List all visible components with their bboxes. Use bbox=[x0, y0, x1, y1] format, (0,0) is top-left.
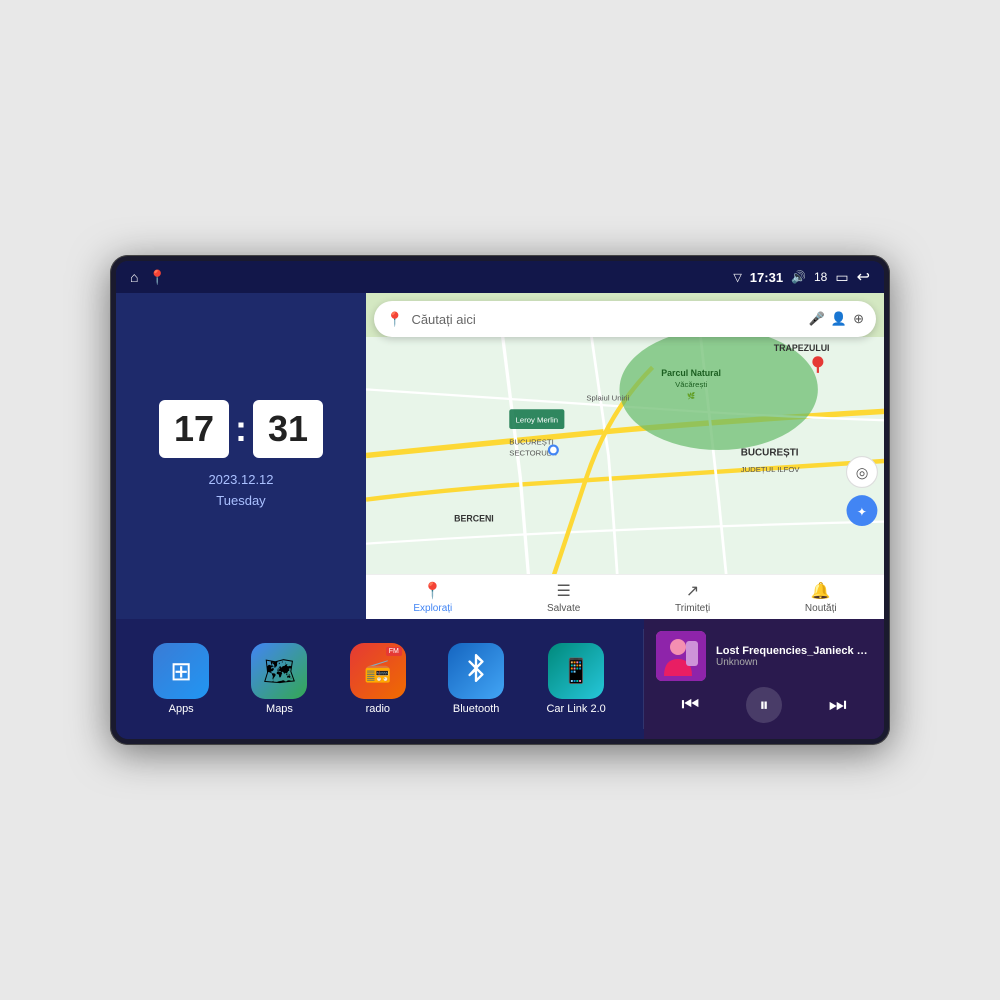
svg-text:BUCUREȘTI: BUCUREȘTI bbox=[509, 437, 554, 446]
battery-level: 18 bbox=[814, 270, 827, 284]
send-label: Trimiteți bbox=[675, 603, 710, 614]
back-icon[interactable]: ↩ bbox=[857, 267, 870, 287]
bottom-section: ⊞ Apps 🗺 Maps 📻 FM bbox=[116, 619, 884, 739]
send-icon: ↗ bbox=[686, 581, 699, 601]
svg-text:◎: ◎ bbox=[856, 466, 869, 482]
layers-icon[interactable]: ⊕ bbox=[853, 311, 864, 327]
clock-hour: 17 bbox=[159, 400, 229, 458]
news-label: Noutăți bbox=[805, 603, 837, 614]
music-player: Lost Frequencies_Janieck Devy-... Unknow… bbox=[644, 619, 884, 739]
svg-text:✦: ✦ bbox=[857, 505, 867, 519]
bluetooth-icon-bg bbox=[448, 643, 504, 699]
news-icon: 🔔 bbox=[811, 581, 831, 601]
map-nav-send[interactable]: ↗ Trimiteți bbox=[675, 581, 710, 614]
svg-text:Splaiul Unirii: Splaiul Unirii bbox=[586, 393, 629, 402]
music-thumbnail bbox=[656, 631, 706, 681]
app-icon-apps[interactable]: ⊞ Apps bbox=[153, 643, 209, 715]
map-search-text[interactable]: Căutați aici bbox=[411, 312, 800, 327]
top-section: 17 : 31 2023.12.12 Tuesday 📍 Căutați aic… bbox=[116, 293, 884, 619]
apps-icon: ⊞ bbox=[170, 656, 192, 687]
svg-text:Leroy Merlin: Leroy Merlin bbox=[516, 415, 558, 424]
clock-minute: 31 bbox=[253, 400, 323, 458]
prev-button[interactable]: ⏮ bbox=[677, 690, 703, 721]
app-icons-area: ⊞ Apps 🗺 Maps 📻 FM bbox=[116, 619, 643, 739]
status-time: 17:31 bbox=[750, 270, 783, 285]
map-nav-saved[interactable]: ☰ Salvate bbox=[547, 581, 580, 614]
svg-text:🌿: 🌿 bbox=[687, 392, 695, 400]
map-search-actions: 🎤 👤 ⊕ bbox=[809, 311, 864, 327]
mic-icon[interactable]: 🎤 bbox=[809, 311, 825, 327]
map-nav-explore[interactable]: 📍 Explorați bbox=[413, 581, 452, 614]
bluetooth-icon bbox=[462, 654, 490, 689]
map-svg: Parcul Natural Văcărești 🌿 TRAPEZULUI BU… bbox=[366, 337, 884, 574]
saved-icon: ☰ bbox=[556, 581, 570, 601]
bluetooth-label: Bluetooth bbox=[453, 703, 499, 715]
app-icon-radio[interactable]: 📻 FM radio bbox=[350, 643, 406, 715]
device-frame: ⌂ 📍 ▽ 17:31 🔊 18 ▭ ↩ 17 : bbox=[110, 255, 890, 745]
status-bar: ⌂ 📍 ▽ 17:31 🔊 18 ▭ ↩ bbox=[116, 261, 884, 293]
apps-label: Apps bbox=[169, 703, 194, 715]
music-artist: Unknown bbox=[716, 657, 872, 668]
account-icon[interactable]: 👤 bbox=[831, 311, 847, 327]
maps-shortcut-icon[interactable]: 📍 bbox=[148, 269, 165, 286]
music-info: Lost Frequencies_Janieck Devy-... Unknow… bbox=[656, 631, 872, 681]
radio-icon-bg: 📻 FM bbox=[350, 643, 406, 699]
svg-text:Parcul Natural: Parcul Natural bbox=[661, 368, 721, 378]
map-bottom-bar: 📍 Explorați ☰ Salvate ↗ Trimiteți 🔔 bbox=[366, 574, 884, 619]
volume-icon: 🔊 bbox=[791, 270, 806, 284]
signal-icon: ▽ bbox=[733, 271, 741, 284]
map-body[interactable]: Parcul Natural Văcărești 🌿 TRAPEZULUI BU… bbox=[366, 337, 884, 574]
carlink-icon-bg: 📱 bbox=[548, 643, 604, 699]
status-left: ⌂ 📍 bbox=[130, 269, 166, 286]
map-search-bar[interactable]: 📍 Căutați aici 🎤 👤 ⊕ bbox=[374, 301, 876, 337]
battery-icon: ▭ bbox=[835, 269, 848, 286]
map-pin-icon: 📍 bbox=[386, 311, 403, 328]
home-icon[interactable]: ⌂ bbox=[130, 269, 138, 285]
carlink-label: Car Link 2.0 bbox=[546, 703, 605, 715]
maps-icon: 🗺 bbox=[263, 656, 296, 687]
music-text: Lost Frequencies_Janieck Devy-... Unknow… bbox=[716, 645, 872, 668]
svg-text:BERCENI: BERCENI bbox=[454, 514, 494, 524]
clock-display: 17 : 31 bbox=[159, 400, 323, 458]
svg-text:JUDEȚUL ILFOV: JUDEȚUL ILFOV bbox=[741, 465, 801, 474]
screen: ⌂ 📍 ▽ 17:31 🔊 18 ▭ ↩ 17 : bbox=[116, 261, 884, 739]
saved-label: Salvate bbox=[547, 603, 580, 614]
music-title: Lost Frequencies_Janieck Devy-... bbox=[716, 645, 872, 657]
map-nav-news[interactable]: 🔔 Noutăți bbox=[805, 581, 837, 614]
carlink-icon: 📱 bbox=[561, 657, 591, 686]
radio-icon: 📻 bbox=[364, 658, 391, 684]
app-icon-carlink[interactable]: 📱 Car Link 2.0 bbox=[546, 643, 605, 715]
maps-label: Maps bbox=[266, 703, 293, 715]
radio-label: radio bbox=[366, 703, 390, 715]
music-controls: ⏮ ⏸ ⏭ bbox=[656, 683, 872, 727]
apps-icon-bg: ⊞ bbox=[153, 643, 209, 699]
main-content: 17 : 31 2023.12.12 Tuesday 📍 Căutați aic… bbox=[116, 293, 884, 739]
clock-colon: : bbox=[235, 408, 247, 450]
app-icon-bluetooth[interactable]: Bluetooth bbox=[448, 643, 504, 715]
album-art bbox=[656, 631, 706, 681]
maps-icon-bg: 🗺 bbox=[251, 643, 307, 699]
status-right: ▽ 17:31 🔊 18 ▭ ↩ bbox=[733, 267, 870, 287]
clock-widget: 17 : 31 2023.12.12 Tuesday bbox=[116, 293, 366, 619]
svg-text:BUCUREȘTI: BUCUREȘTI bbox=[741, 448, 799, 459]
svg-text:TRAPEZULUI: TRAPEZULUI bbox=[774, 343, 830, 353]
next-button[interactable]: ⏭ bbox=[825, 690, 851, 721]
clock-date: 2023.12.12 Tuesday bbox=[208, 470, 273, 512]
explore-icon: 📍 bbox=[423, 581, 443, 601]
svg-text:Văcărești: Văcărești bbox=[675, 380, 707, 389]
explore-label: Explorați bbox=[413, 603, 452, 614]
play-pause-button[interactable]: ⏸ bbox=[746, 687, 782, 723]
map-section[interactable]: 📍 Căutați aici 🎤 👤 ⊕ bbox=[366, 293, 884, 619]
app-icon-maps[interactable]: 🗺 Maps bbox=[251, 643, 307, 715]
